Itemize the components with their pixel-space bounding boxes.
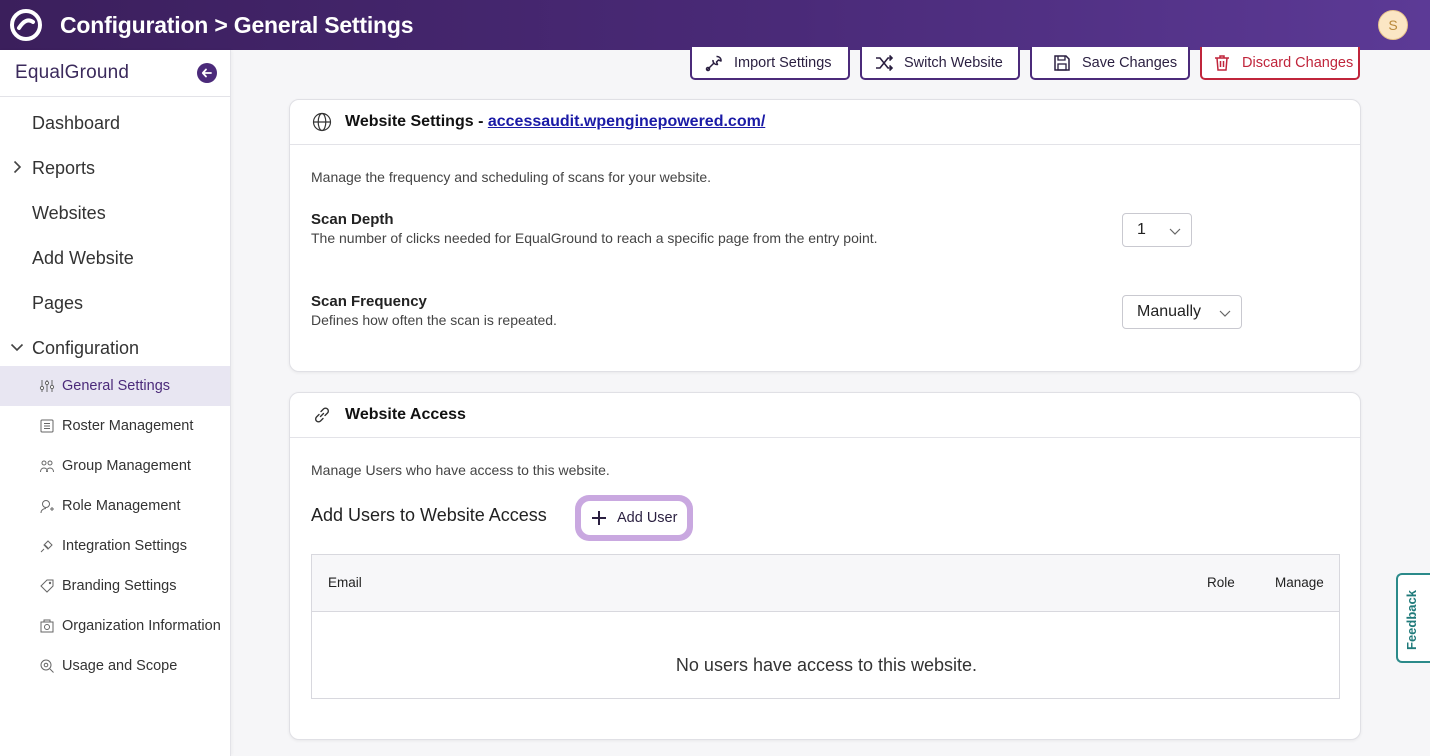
scan-depth-help: The number of clicks needed for EqualGro… — [311, 230, 878, 246]
save-icon — [1054, 54, 1070, 71]
sidebar-item-configuration[interactable]: Configuration — [0, 326, 230, 371]
sidebar-item-integration-settings[interactable]: Integration Settings — [0, 526, 230, 566]
sidebar-item-label: Roster Management — [62, 418, 194, 434]
discard-changes-button[interactable]: Discard Changes — [1200, 47, 1360, 80]
collapse-sidebar-button[interactable] — [197, 63, 217, 83]
plug-icon — [40, 540, 53, 553]
users-table: Email Role Manage No users have access t… — [311, 554, 1340, 699]
sidebar-item-label: Dashboard — [32, 113, 121, 133]
wrench-icon — [705, 55, 722, 71]
user-role-icon — [40, 500, 54, 514]
website-settings-description: Manage the frequency and scheduling of s… — [311, 169, 712, 185]
sidebar-item-label: Reports — [32, 158, 96, 178]
sidebar-item-general-settings[interactable]: General Settings — [0, 366, 230, 406]
link-icon — [314, 407, 330, 423]
website-settings-title-prefix: Website Settings - — [345, 113, 488, 130]
import-settings-label: Import Settings — [734, 54, 832, 71]
feedback-label: Feedback — [1404, 590, 1419, 650]
add-user-label: Add User — [617, 510, 678, 526]
page-title: Configuration > General Settings — [60, 11, 414, 38]
sidebar-item-websites[interactable]: Websites — [0, 191, 230, 236]
chevron-down-icon — [1169, 228, 1181, 235]
scan-depth-select[interactable]: 1 — [1122, 213, 1192, 247]
website-access-description: Manage Users who have access to this web… — [311, 462, 610, 478]
website-access-header: Website Access — [290, 393, 1360, 438]
app-logo-icon[interactable] — [9, 8, 43, 42]
chevron-right-icon — [13, 160, 22, 174]
users-table-header: Email Role Manage — [312, 555, 1339, 612]
brand-name: EqualGround — [15, 62, 130, 83]
import-settings-button[interactable]: Import Settings — [690, 47, 850, 80]
list-icon — [40, 419, 54, 433]
building-icon — [40, 619, 54, 633]
sidebar: EqualGround Dashboard Reports Websites A… — [0, 50, 231, 756]
column-header-role[interactable]: Role — [1207, 575, 1235, 590]
scope-icon — [40, 659, 54, 673]
add-users-heading: Add Users to Website Access — [311, 505, 547, 525]
save-changes-label: Save Changes — [1082, 54, 1178, 71]
shuffle-icon — [876, 54, 894, 71]
top-bar: Configuration > General Settings S — [0, 0, 1430, 50]
chevron-down-icon — [1219, 310, 1231, 317]
sidebar-item-branding-settings[interactable]: Branding Settings — [0, 566, 230, 606]
website-settings-title: Website Settings - accessaudit.wpenginep… — [345, 113, 765, 131]
sidebar-item-pages[interactable]: Pages — [0, 281, 230, 326]
website-access-title: Website Access — [345, 406, 466, 423]
sidebar-item-label: Role Management — [62, 498, 181, 514]
scan-frequency-title: Scan Frequency — [311, 293, 427, 310]
sliders-icon — [39, 380, 55, 392]
feedback-tab[interactable]: Feedback — [1396, 573, 1430, 663]
discard-changes-label: Discard Changes — [1242, 54, 1354, 71]
tag-icon — [40, 579, 54, 593]
scan-depth-title: Scan Depth — [311, 211, 394, 228]
sidebar-item-label: Group Management — [62, 458, 191, 474]
sidebar-item-label: Add Website — [32, 248, 134, 268]
sidebar-item-label: Configuration — [32, 338, 140, 358]
sidebar-item-dashboard[interactable]: Dashboard — [0, 101, 230, 146]
add-user-button-focus-ring: Add User — [575, 495, 693, 541]
sidebar-item-label: Branding Settings — [62, 578, 177, 594]
plus-icon — [592, 511, 606, 525]
scan-frequency-help: Defines how often the scan is repeated. — [311, 312, 557, 328]
sidebar-item-label: Usage and Scope — [62, 658, 178, 674]
scan-depth-value: 1 — [1137, 221, 1146, 238]
switch-website-button[interactable]: Switch Website — [860, 47, 1020, 80]
switch-website-label: Switch Website — [904, 54, 1003, 71]
sidebar-item-label: Websites — [32, 203, 106, 223]
sidebar-item-organization-information[interactable]: Organization Information — [0, 606, 230, 646]
website-settings-header: Website Settings - accessaudit.wpenginep… — [290, 100, 1360, 145]
sidebar-item-add-website[interactable]: Add Website — [0, 236, 230, 281]
arrow-left-icon — [201, 68, 212, 78]
sidebar-item-roster-management[interactable]: Roster Management — [0, 406, 230, 446]
website-access-card: Website Access Manage Users who have acc… — [289, 392, 1361, 740]
sidebar-item-role-management[interactable]: Role Management — [0, 486, 230, 526]
website-settings-card: Website Settings - accessaudit.wpenginep… — [289, 99, 1361, 372]
group-icon — [40, 460, 54, 473]
avatar[interactable]: S — [1378, 10, 1408, 40]
sidebar-item-label: Integration Settings — [62, 538, 187, 554]
sidebar-item-group-management[interactable]: Group Management — [0, 446, 230, 486]
trash-icon — [1215, 54, 1229, 71]
sidebar-brand: EqualGround — [0, 50, 230, 97]
sidebar-item-reports[interactable]: Reports — [0, 146, 230, 191]
sidebar-item-label: Organization Information — [62, 618, 221, 634]
scan-frequency-value: Manually — [1137, 303, 1202, 320]
save-changes-button[interactable]: Save Changes — [1030, 47, 1190, 80]
sidebar-item-usage-and-scope[interactable]: Usage and Scope — [0, 646, 230, 686]
sidebar-item-label: Pages — [32, 293, 84, 313]
website-url-link[interactable]: accessaudit.wpenginepowered.com/ — [488, 113, 765, 130]
scan-frequency-select[interactable]: Manually — [1122, 295, 1242, 329]
add-user-button[interactable]: Add User — [581, 501, 687, 535]
empty-table-message: No users have access to this website. — [675, 655, 978, 675]
column-header-manage: Manage — [1275, 575, 1324, 590]
chevron-down-icon — [10, 343, 24, 352]
column-header-email[interactable]: Email — [328, 575, 362, 590]
globe-icon — [312, 112, 332, 132]
sidebar-item-label: General Settings — [62, 378, 171, 394]
